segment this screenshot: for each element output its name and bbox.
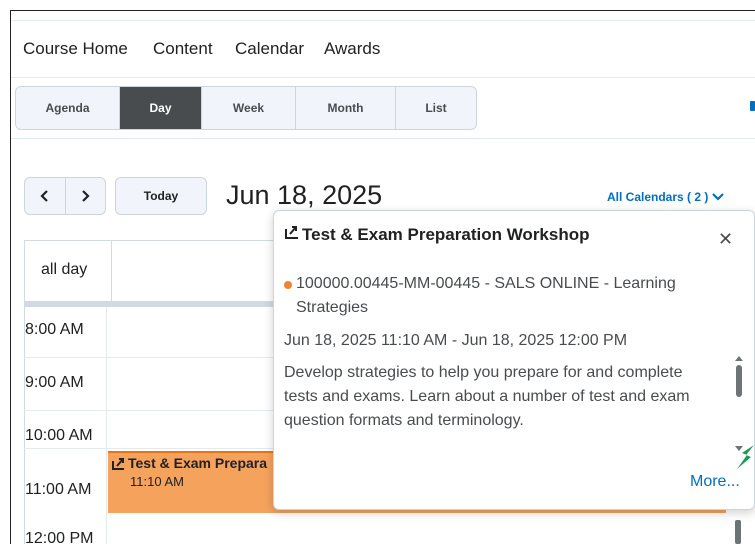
grid-divider xyxy=(111,240,112,302)
window-border-left xyxy=(10,10,11,544)
calendar-name-cont: Strategies xyxy=(296,299,369,316)
all-day-label: all day xyxy=(41,261,88,278)
date-title: Jun 18, 2025 xyxy=(226,180,383,210)
event-description: question formats and terminology. xyxy=(284,412,524,429)
time-column-divider xyxy=(106,307,107,544)
scroll-up-icon[interactable] xyxy=(734,354,744,362)
calendar-scrollbar[interactable] xyxy=(735,520,741,544)
pointer-arrow-icon xyxy=(737,445,754,469)
course-nav-bar: Course Home Content Calendar Awards xyxy=(11,20,755,78)
divider xyxy=(11,138,755,139)
all-calendars-dropdown[interactable]: All Calendars ( 2 ) xyxy=(607,190,725,204)
hour-label: 11:00 AM xyxy=(25,481,92,498)
view-switcher: Agenda Day Week Month List xyxy=(15,86,477,130)
subscribe-icon[interactable] xyxy=(750,101,755,111)
more-link[interactable]: More... xyxy=(690,473,740,491)
event-details-popover: Test & Exam Preparation Workshop ✕ 10000… xyxy=(273,210,755,510)
nav-content[interactable]: Content xyxy=(153,39,213,59)
description-scrollbar[interactable] xyxy=(736,365,742,397)
nav-course-home[interactable]: Course Home xyxy=(23,39,128,59)
event-description: tests and exams. Learn about a number of… xyxy=(284,388,690,405)
calendar-name: 100000.00445-MM-00445 - SALS ONLINE - Le… xyxy=(296,275,676,292)
tab-agenda[interactable]: Agenda xyxy=(16,87,120,129)
next-day-button[interactable] xyxy=(66,178,106,214)
chevron-left-icon xyxy=(40,190,48,202)
chevron-down-icon xyxy=(712,193,725,201)
all-calendars-label: All Calendars ( 2 ) xyxy=(607,190,709,204)
hour-label: 9:00 AM xyxy=(25,374,84,391)
previous-day-button[interactable] xyxy=(25,178,66,214)
event-time: 11:10 AM xyxy=(130,474,184,489)
tab-week[interactable]: Week xyxy=(202,87,296,129)
event-type-icon xyxy=(112,458,124,470)
close-icon[interactable]: ✕ xyxy=(718,229,733,250)
chevron-right-icon xyxy=(82,190,90,202)
window-border-top xyxy=(10,10,755,11)
date-nav-buttons xyxy=(24,177,106,215)
tab-list[interactable]: List xyxy=(396,87,476,129)
tab-day[interactable]: Day xyxy=(120,87,202,129)
hour-label: 8:00 AM xyxy=(25,321,84,338)
event-description: Develop strategies to help you prepare f… xyxy=(284,364,683,381)
nav-awards[interactable]: Awards xyxy=(324,39,380,59)
event-title: Test & Exam Prepara xyxy=(128,455,268,471)
today-button[interactable]: Today xyxy=(115,177,207,215)
hour-label: 10:00 AM xyxy=(25,427,93,444)
calendar-color-dot xyxy=(284,281,292,289)
nav-calendar[interactable]: Calendar xyxy=(235,39,304,59)
event-type-icon xyxy=(285,226,298,239)
popover-title: Test & Exam Preparation Workshop xyxy=(302,225,590,244)
event-datetime: Jun 18, 2025 11:10 AM - Jun 18, 2025 12:… xyxy=(284,332,628,349)
hour-label: 12:00 PM xyxy=(25,530,94,547)
tab-month[interactable]: Month xyxy=(296,87,396,129)
